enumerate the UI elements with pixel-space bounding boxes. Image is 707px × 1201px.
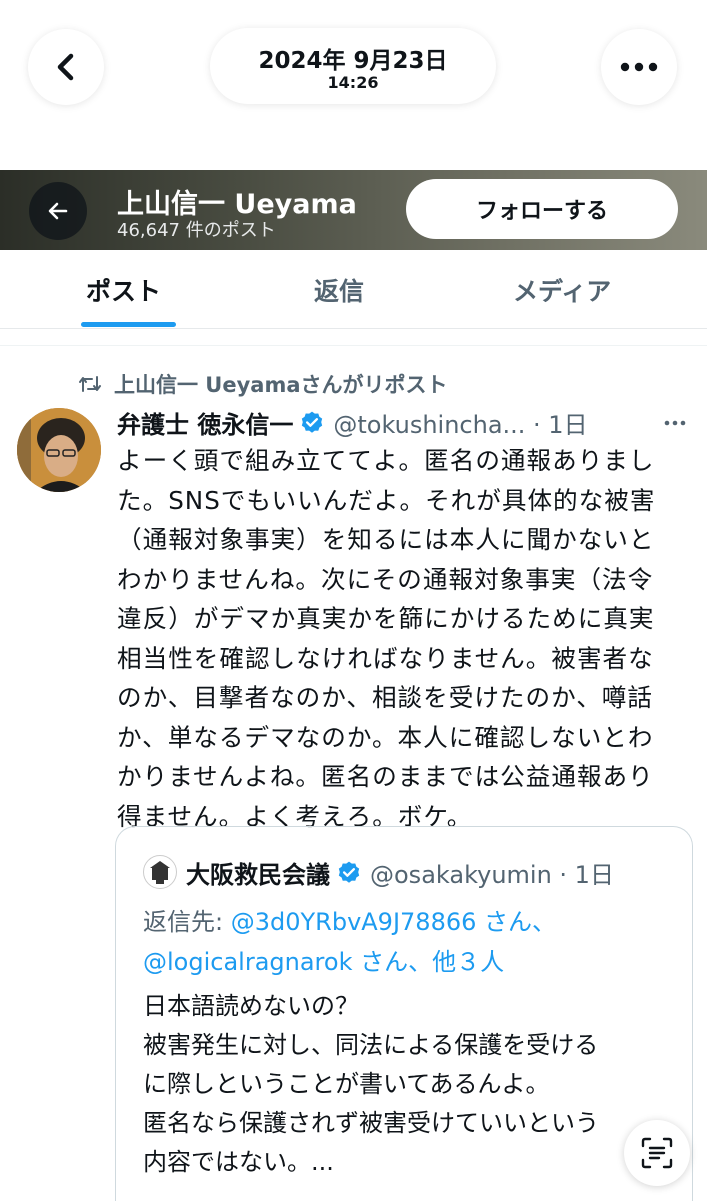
quoted-author-avatar <box>143 855 177 889</box>
profile-back-button[interactable] <box>29 182 87 240</box>
quoted-author-row: 大阪救民会議 @osakakyumin · 1日 <box>186 855 614 890</box>
tab-posts[interactable]: ポスト <box>86 272 161 308</box>
verified-badge-icon <box>302 411 323 433</box>
ellipsis-icon <box>664 420 686 426</box>
tweet-line: （通報対象事実）を知るには本人に聞かないと <box>117 525 655 554</box>
author-handle[interactable]: @tokushincha... · 1日 <box>333 405 587 440</box>
castle-logo-icon <box>150 861 170 884</box>
text-scan-icon <box>641 1137 673 1169</box>
tweet-more-button[interactable] <box>664 411 686 430</box>
reply-prefix: 返信先: <box>143 908 231 936</box>
tab-replies[interactable]: 返信 <box>314 272 364 308</box>
tweet-line: 違反）がデマか真実かを篩にかけるために真実 <box>117 604 655 633</box>
back-button[interactable] <box>28 29 104 105</box>
repost-text: 上山信一 Ueyamaさんがリポスト <box>114 373 448 397</box>
tweet-line: 相当性を確認しなければなりません。被害者な <box>117 643 654 673</box>
tweet-line: た。SNSでもいいんだよ。それが具体的な被害 <box>117 485 656 515</box>
verified-badge-icon <box>338 861 360 883</box>
tweet-line: のか、目撃者なのか、相談を受けたのか、噂話 <box>117 683 653 712</box>
quoted-author-handle: @osakakyumin · 1日 <box>370 861 614 889</box>
repost-indicator[interactable]: 上山信一 Ueyamaさんがリポスト <box>78 369 448 399</box>
repost-icon <box>79 376 101 392</box>
tweet-text: よーく頭で組み立ててよ。匿名の通報ありまし た。SNSでもいいんだよ。それが具体… <box>117 441 692 836</box>
reply-mention-link[interactable]: @logicalragnarok <box>143 948 352 976</box>
reply-separator: さん、 <box>476 908 557 936</box>
profile-header: 上山信一 Ueyama 46,647 件のポスト フォローする <box>0 170 707 250</box>
quoted-tweet-card[interactable]: 大阪救民会議 @osakakyumin · 1日 返信先: @3d0YRbvA9… <box>115 826 693 1201</box>
tweet-line: よーく頭で組み立ててよ。匿名の通報ありまし <box>117 446 655 475</box>
reply-to-line: 返信先: @3d0YRbvA9J78866 さん、 @logicalragnar… <box>143 902 556 982</box>
divider <box>0 345 707 346</box>
reply-others-link[interactable]: 他３人 <box>432 948 504 976</box>
quoted-author-name: 大阪救民会議 <box>186 861 330 889</box>
author-avatar[interactable] <box>17 408 101 492</box>
arrow-left-icon <box>48 202 68 220</box>
tweet-author-row[interactable]: 弁護士 徳永信一 @tokushincha... · 1日 <box>117 405 588 440</box>
reply-separator: さん、 <box>352 948 433 976</box>
date-pill: 2024年 9月23日 14:26 <box>210 28 496 104</box>
quoted-tweet-text: 日本語読めないの？ 被害発生に対し、同法による保護を受ける に際しということが書… <box>143 987 599 1182</box>
author-name[interactable]: 弁護士 徳永信一 <box>117 405 293 440</box>
quoted-line: 匿名なら保護されず被害受けていいという <box>143 1109 599 1137</box>
reply-mention-link[interactable]: @3d0YRbvA9J78866 <box>231 908 477 936</box>
ellipsis-icon <box>620 62 658 72</box>
profile-tabs: ポスト 返信 メディア <box>0 250 707 329</box>
quoted-line: 被害発生に対し、同法による保護を受ける <box>143 1031 599 1059</box>
tab-media[interactable]: メディア <box>513 272 611 308</box>
tweet-line: かりませんよね。匿名のままでは公益通報あり <box>117 762 654 791</box>
time-label: 14:26 <box>327 73 379 92</box>
quoted-line: 内容ではない。... <box>143 1148 334 1176</box>
quoted-line: 日本語読めないの？ <box>143 992 359 1020</box>
quoted-line: に際しということが書いてあるんよ。 <box>143 1070 550 1098</box>
date-label: 2024年 9月23日 <box>258 48 448 74</box>
tweet-line: わかりませんね。次にその通報対象事実（法令 <box>117 564 654 594</box>
photo-viewer-bar: 2024年 9月23日 14:26 <box>0 0 707 170</box>
more-button[interactable] <box>601 29 677 105</box>
follow-button[interactable]: フォローする <box>406 179 678 239</box>
avatar-image <box>17 408 101 492</box>
post-count: 46,647 件のポスト <box>117 220 276 241</box>
chevron-left-icon <box>57 53 74 81</box>
live-text-button[interactable] <box>624 1120 690 1186</box>
active-tab-indicator <box>81 322 176 327</box>
tweet-line: か、単なるデマなのか。本人に確認しないとわ <box>117 722 654 752</box>
